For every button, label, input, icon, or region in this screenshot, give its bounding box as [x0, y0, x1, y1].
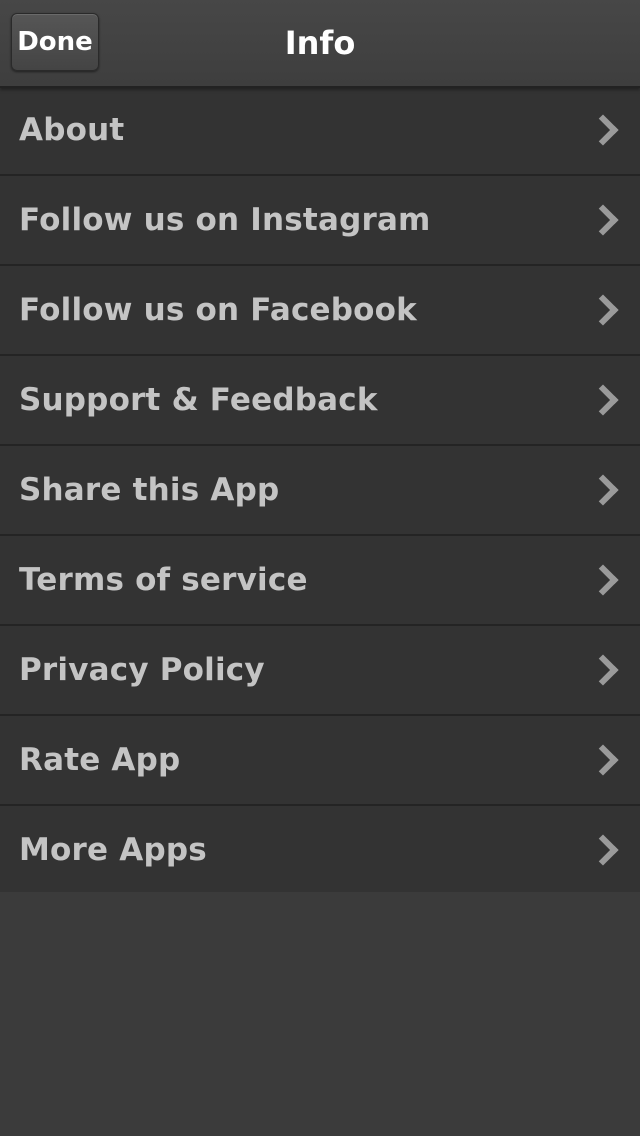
menu-item-label: Follow us on Facebook	[19, 292, 417, 328]
menu-item-label: About	[19, 112, 125, 148]
menu-item-label: Follow us on Instagram	[19, 202, 431, 238]
menu-item-privacy-policy[interactable]: Privacy Policy	[0, 626, 640, 716]
menu-item-label: More Apps	[19, 832, 207, 868]
info-screen: Done Info About Follow us on Instagram F…	[0, 0, 640, 1136]
menu-item-terms[interactable]: Terms of service	[0, 536, 640, 626]
chevron-right-icon	[587, 654, 619, 686]
chevron-right-icon	[587, 744, 619, 776]
menu-item-instagram[interactable]: Follow us on Instagram	[0, 176, 640, 266]
done-button[interactable]: Done	[11, 13, 99, 71]
menu-item-about[interactable]: About	[0, 86, 640, 176]
info-menu-list: About Follow us on Instagram Follow us o…	[0, 86, 640, 896]
menu-item-rate-app[interactable]: Rate App	[0, 716, 640, 806]
chevron-right-icon	[587, 204, 619, 236]
menu-item-facebook[interactable]: Follow us on Facebook	[0, 266, 640, 356]
menu-item-more-apps[interactable]: More Apps	[0, 806, 640, 896]
menu-item-label: Rate App	[19, 742, 181, 778]
menu-item-share-app[interactable]: Share this App	[0, 446, 640, 536]
navigation-bar: Done Info	[0, 0, 640, 88]
menu-item-label: Share this App	[19, 472, 280, 508]
menu-item-support-feedback[interactable]: Support & Feedback	[0, 356, 640, 446]
menu-item-label: Privacy Policy	[19, 652, 265, 688]
menu-item-label: Support & Feedback	[19, 382, 378, 418]
menu-item-label: Terms of service	[19, 562, 308, 598]
empty-background-area	[0, 892, 640, 1136]
chevron-right-icon	[587, 564, 619, 596]
chevron-right-icon	[587, 114, 619, 146]
chevron-right-icon	[587, 294, 619, 326]
chevron-right-icon	[587, 834, 619, 866]
chevron-right-icon	[587, 474, 619, 506]
chevron-right-icon	[587, 384, 619, 416]
